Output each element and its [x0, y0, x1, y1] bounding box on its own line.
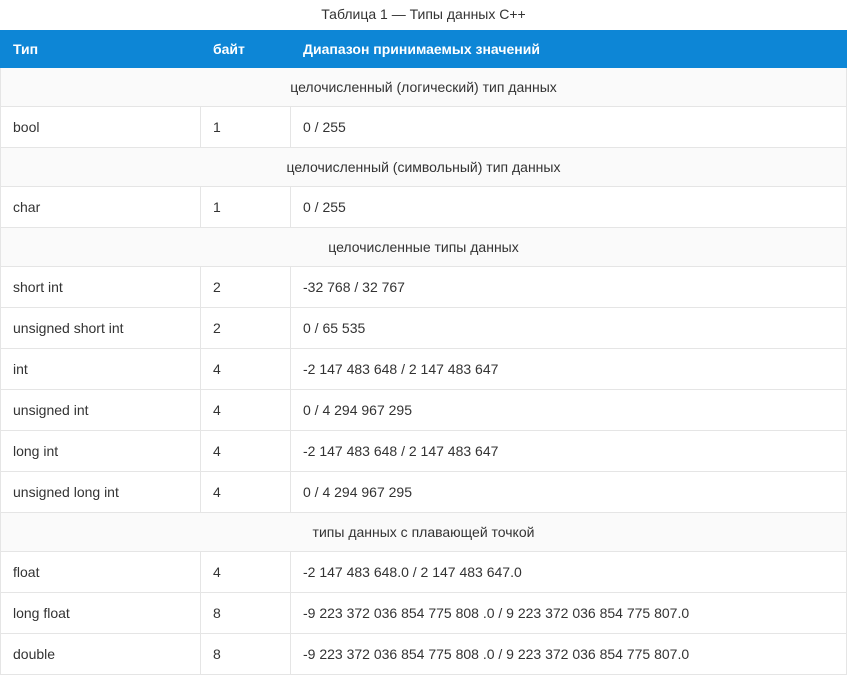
cell-range: 0 / 65 535 — [291, 308, 847, 349]
cell-range: -2 147 483 648.0 / 2 147 483 647.0 — [291, 552, 847, 593]
cell-bytes: 4 — [201, 349, 291, 390]
cell-type: int — [1, 349, 201, 390]
cell-type: float — [1, 552, 201, 593]
header-type: Тип — [1, 31, 201, 68]
section-title: типы данных с плавающей точкой — [1, 513, 847, 552]
table-row: unsigned long int40 / 4 294 967 295 — [1, 472, 847, 513]
table-row: unsigned int40 / 4 294 967 295 — [1, 390, 847, 431]
table-row: long int4-2 147 483 648 / 2 147 483 647 — [1, 431, 847, 472]
table-row: long float8-9 223 372 036 854 775 808 .0… — [1, 593, 847, 634]
cell-range: 0 / 255 — [291, 107, 847, 148]
table-caption: Таблица 1 — Типы данных С++ — [0, 0, 847, 30]
cell-bytes: 4 — [201, 472, 291, 513]
cell-type: unsigned short int — [1, 308, 201, 349]
table-row: bool10 / 255 — [1, 107, 847, 148]
cell-bytes: 8 — [201, 634, 291, 675]
table-row: char10 / 255 — [1, 187, 847, 228]
cell-range: -9 223 372 036 854 775 808 .0 / 9 223 37… — [291, 593, 847, 634]
cell-type: unsigned long int — [1, 472, 201, 513]
cell-bytes: 4 — [201, 431, 291, 472]
cell-range: -32 768 / 32 767 — [291, 267, 847, 308]
cell-type: long int — [1, 431, 201, 472]
cell-bytes: 2 — [201, 308, 291, 349]
cell-type: bool — [1, 107, 201, 148]
table-row: double8-9 223 372 036 854 775 808 .0 / 9… — [1, 634, 847, 675]
cell-type: short int — [1, 267, 201, 308]
cell-range: -2 147 483 648 / 2 147 483 647 — [291, 349, 847, 390]
cell-bytes: 4 — [201, 390, 291, 431]
section-title: целочисленный (логический) тип данных — [1, 68, 847, 107]
cell-bytes: 8 — [201, 593, 291, 634]
table-row: int4-2 147 483 648 / 2 147 483 647 — [1, 349, 847, 390]
cell-bytes: 2 — [201, 267, 291, 308]
cell-bytes: 1 — [201, 107, 291, 148]
cell-range: -9 223 372 036 854 775 808 .0 / 9 223 37… — [291, 634, 847, 675]
section-title: целочисленные типы данных — [1, 228, 847, 267]
table-row: unsigned short int20 / 65 535 — [1, 308, 847, 349]
table-row: short int2-32 768 / 32 767 — [1, 267, 847, 308]
cell-bytes: 4 — [201, 552, 291, 593]
cell-type: double — [1, 634, 201, 675]
cell-type: unsigned int — [1, 390, 201, 431]
cell-range: 0 / 255 — [291, 187, 847, 228]
table-row: float4-2 147 483 648.0 / 2 147 483 647.0 — [1, 552, 847, 593]
cell-type: long float — [1, 593, 201, 634]
cell-range: 0 / 4 294 967 295 — [291, 390, 847, 431]
cell-range: 0 / 4 294 967 295 — [291, 472, 847, 513]
cell-bytes: 1 — [201, 187, 291, 228]
header-bytes: байт — [201, 31, 291, 68]
header-range: Диапазон принимаемых значений — [291, 31, 847, 68]
data-types-table: Тип байт Диапазон принимаемых значений ц… — [0, 30, 847, 675]
section-title: целочисленный (символьный) тип данных — [1, 148, 847, 187]
cell-type: char — [1, 187, 201, 228]
cell-range: -2 147 483 648 / 2 147 483 647 — [291, 431, 847, 472]
